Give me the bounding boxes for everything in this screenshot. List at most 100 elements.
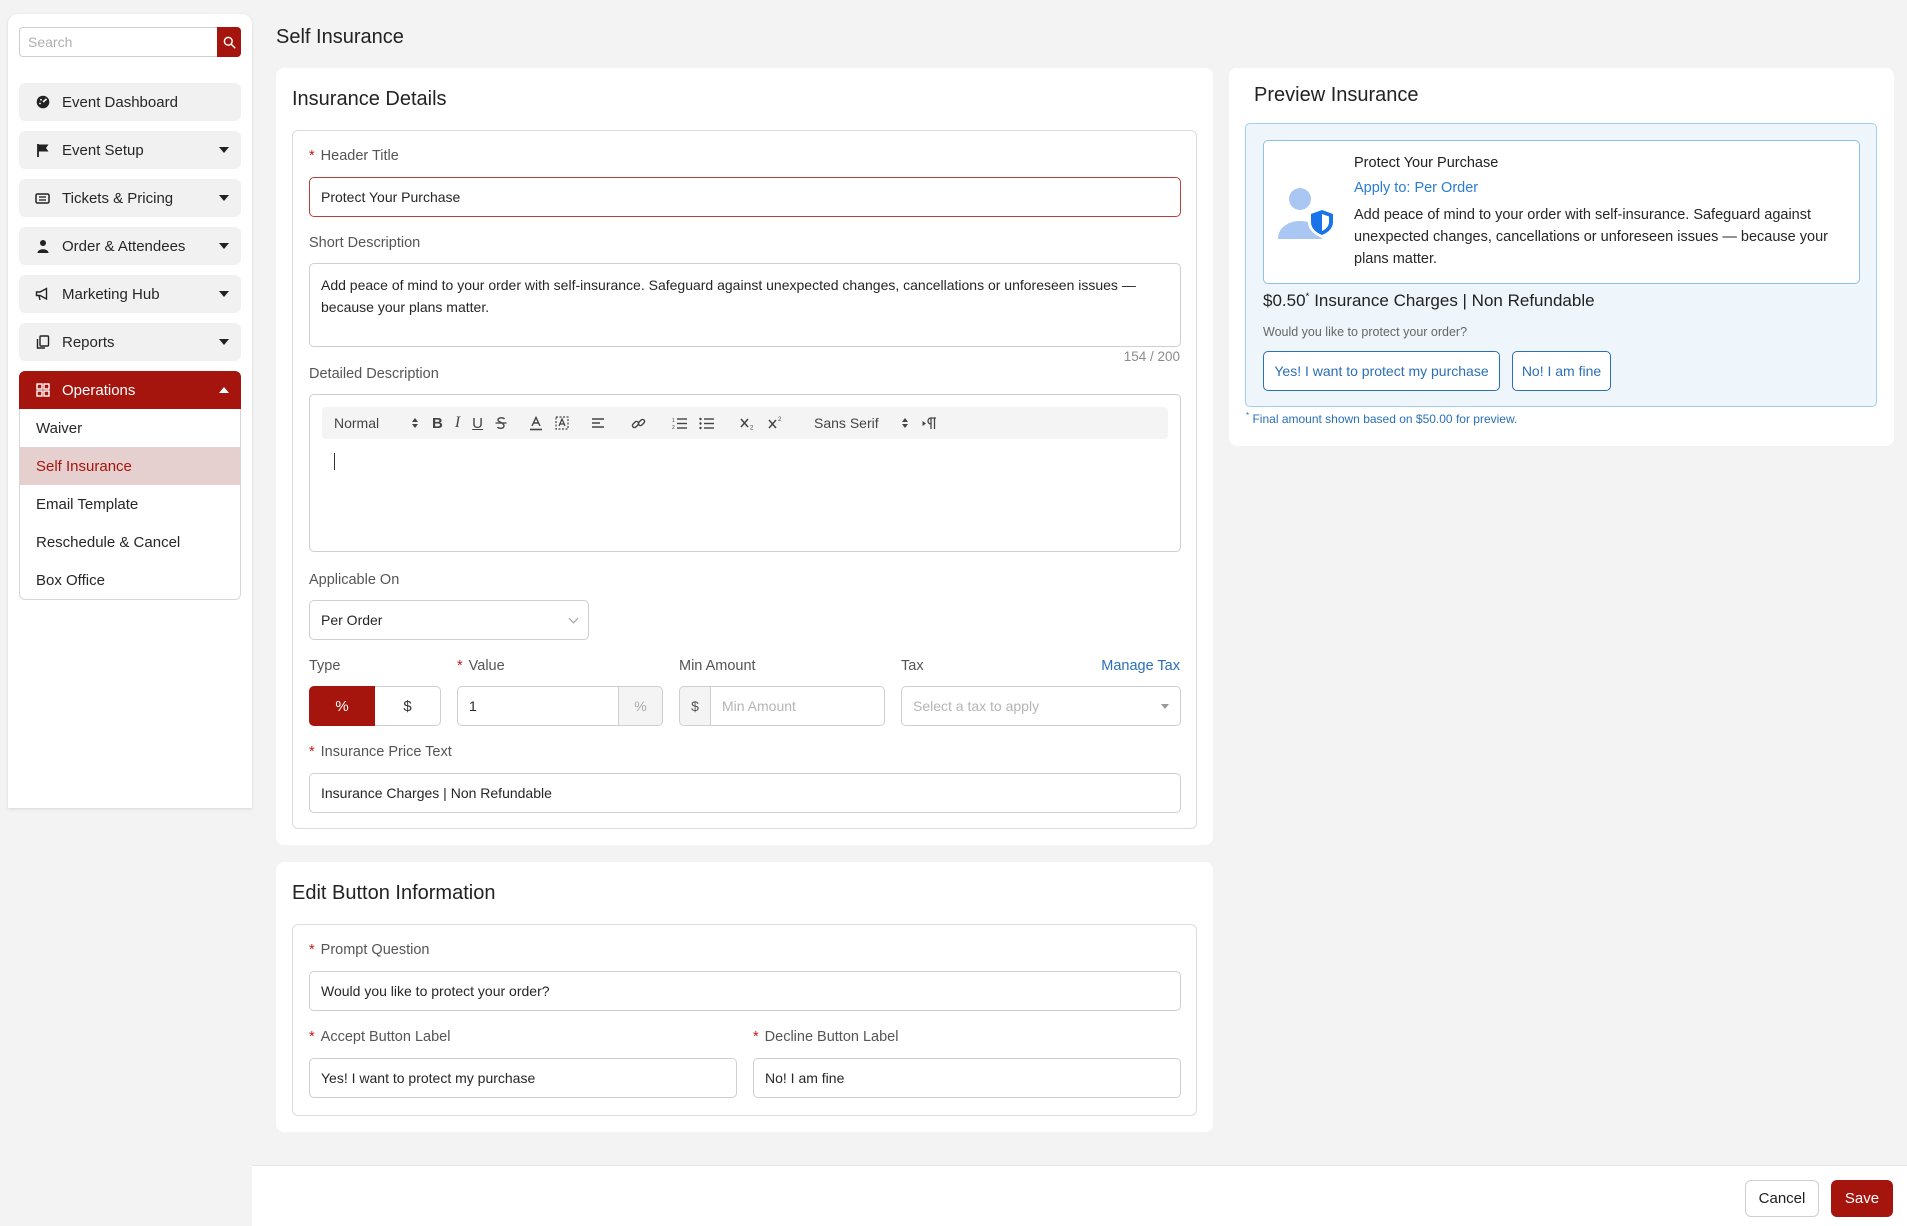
submenu-item-email-template[interactable]: Email Template [20,485,240,523]
label-text: Header Title [320,148,399,164]
text-direction-button[interactable] [922,413,938,433]
link-button[interactable] [631,413,646,433]
format-select[interactable]: Normal [334,413,418,433]
sidebar-item-reports[interactable]: Reports [19,323,241,361]
submenu-item-box-office[interactable]: Box Office [20,561,240,599]
label-text: Prompt Question [320,942,430,958]
sidebar-item-order-attendees[interactable]: Order & Attendees [19,227,241,265]
svg-text:1: 1 [672,418,675,424]
short-description-textarea[interactable]: Add peace of mind to your order with sel… [309,263,1181,347]
preview-insurance-card: Preview Insurance Protect Your Purchase … [1229,68,1894,446]
text-color-button[interactable] [529,413,543,433]
caret-down-icon [1161,703,1169,709]
user-shield-icon [1278,188,1336,239]
tax-label: Tax [901,658,924,674]
save-button[interactable]: Save [1831,1180,1893,1217]
edit-button-card: Edit Button Information * Prompt Question… [276,862,1213,1132]
insurance-price-text-input[interactable]: Insurance Charges | Non Refundable [309,773,1181,813]
search-input[interactable] [19,27,217,57]
background-color-button[interactable] [555,413,569,433]
reports-icon [35,335,50,350]
subscript-button[interactable]: 2 [740,413,756,433]
input-value: Insurance Charges | Non Refundable [321,785,552,801]
bullet-list-button[interactable] [699,413,715,433]
prompt-question-input[interactable]: Would you like to protect your order? [309,971,1181,1011]
type-dollar-option[interactable]: $ [375,686,441,726]
value-suffix: % [619,686,663,726]
required-mark: * [753,1029,759,1045]
bullet-list-icon [699,417,715,429]
sidebar-item-label: Event Dashboard [62,93,178,111]
input-value: No! I am fine [765,1070,845,1086]
sidebar-item-operations[interactable]: Operations [19,371,241,409]
ordered-list-icon: 12 [672,418,688,430]
superscript-icon: 2 [768,417,782,429]
caret-down-icon [219,243,229,249]
submenu-item-waiver[interactable]: Waiver [20,409,240,447]
flag-icon [35,143,50,158]
tax-select[interactable]: Select a tax to apply [901,686,1181,726]
sidebar-item-event-dashboard[interactable]: Event Dashboard [19,83,241,121]
bold-button[interactable]: B [432,413,443,433]
ordered-list-button[interactable]: 12 [672,413,688,433]
price-amount: $0.50 [1263,291,1306,310]
applicable-on-select[interactable]: Per Order [309,600,589,640]
manage-tax-link[interactable]: Manage Tax [1101,658,1180,674]
section-title: Insurance Details [292,88,447,110]
select-value: Per Order [321,612,383,628]
price-text: Insurance Charges | Non Refundable [1314,291,1595,310]
strikethrough-button[interactable] [495,413,507,433]
search-button[interactable] [217,27,241,57]
required-mark: * [457,658,463,674]
editor-toolbar: Normal B I U 12 2 2 Sans Serif [322,407,1168,439]
caret-down-icon [219,291,229,297]
required-mark: * [309,942,315,958]
sidebar-item-tickets-pricing[interactable]: Tickets & Pricing [19,179,241,217]
price-footnote-mark: * [1305,291,1310,303]
preview-apply-to: Apply to: Per Order [1354,180,1479,196]
min-amount-label: Min Amount [679,658,756,674]
caret-down-icon [219,147,229,153]
preview-widget: Protect Your Purchase Apply to: Per Orde… [1245,123,1877,407]
prompt-question-label: * Prompt Question [309,942,429,958]
svg-text:2: 2 [778,417,782,423]
sidebar-item-label: Tickets & Pricing [62,189,174,207]
sidebar-item-label: Order & Attendees [62,237,186,255]
font-select-value: Sans Serif [814,415,879,431]
font-select[interactable]: Sans Serif [814,413,909,433]
operations-submenu: Waiver Self Insurance Email Template Res… [19,409,241,600]
decline-button-input[interactable]: No! I am fine [753,1058,1181,1098]
footer-bar: Cancel Save [252,1165,1907,1226]
insurance-details-card: Insurance Details * Header Title Protect … [276,68,1213,845]
type-percent-option[interactable]: % [309,686,375,726]
sidebar-item-event-setup[interactable]: Event Setup [19,131,241,169]
rich-text-editor: Normal B I U 12 2 2 Sans Serif [309,394,1181,552]
insurance-form-box: * Header Title Protect Your Purchase Shor… [292,130,1197,829]
preview-accept-button[interactable]: Yes! I want to protect my purchase [1263,351,1500,391]
min-amount-input-group: $ Min Amount [679,686,885,726]
align-button[interactable] [591,413,605,433]
accept-button-input[interactable]: Yes! I want to protect my purchase [309,1058,737,1098]
sidebar-item-marketing-hub[interactable]: Marketing Hub [19,275,241,313]
sidebar-nav: Event Dashboard Event Setup Tickets & Pr… [19,83,241,600]
cancel-button[interactable]: Cancel [1745,1180,1819,1217]
label-text: Decline Button Label [764,1029,899,1045]
submenu-item-reschedule-cancel[interactable]: Reschedule & Cancel [20,523,240,561]
italic-button[interactable]: I [455,413,460,433]
format-select-value: Normal [334,415,380,431]
label-text: Insurance Price Text [320,744,452,760]
type-toggle: % $ [309,686,441,726]
decline-button-label: * Decline Button Label [753,1029,898,1045]
min-amount-input[interactable]: Min Amount [710,686,885,726]
superscript-button[interactable]: 2 [768,413,784,433]
section-title: Preview Insurance [1254,84,1419,106]
sidebar: Event Dashboard Event Setup Tickets & Pr… [8,14,252,808]
header-title-input[interactable]: Protect Your Purchase [309,177,1181,217]
submenu-item-self-insurance[interactable]: Self Insurance [20,447,240,485]
label-text: Accept Button Label [320,1029,451,1045]
link-icon [631,418,646,428]
underline-button[interactable]: U [472,413,483,433]
value-input[interactable]: 1 [457,686,619,726]
preview-decline-button[interactable]: No! I am fine [1512,351,1611,391]
page-title: Self Insurance [276,26,404,48]
